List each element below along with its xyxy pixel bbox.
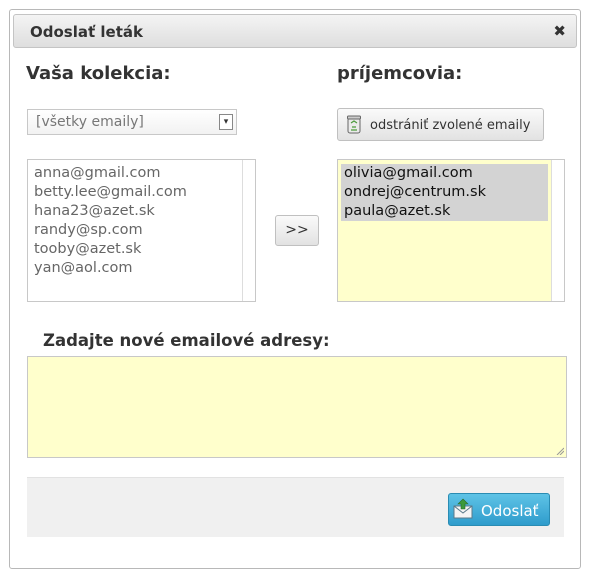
collection-select[interactable]: [všetky emaily] ▾ [27, 109, 237, 135]
recipient-email-item[interactable]: olivia@gmail.com [341, 164, 548, 183]
resize-grip-icon[interactable] [556, 447, 564, 455]
send-button-label: Odoslať [481, 502, 539, 520]
scrollbar[interactable] [551, 160, 564, 301]
chevron-down-icon[interactable]: ▾ [219, 114, 233, 130]
new-emails-textarea[interactable] [27, 356, 567, 458]
send-button[interactable]: Odoslať [448, 493, 550, 526]
collection-email-item[interactable]: betty.lee@gmail.com [34, 183, 249, 202]
mail-send-icon [453, 498, 473, 519]
scrollbar[interactable] [242, 160, 255, 301]
collection-email-item[interactable]: anna@gmail.com [34, 164, 249, 183]
collection-email-item[interactable]: hana23@azet.sk [34, 202, 249, 221]
new-emails-heading: Zadajte nové emailové adresy: [43, 331, 330, 350]
remove-selected-emails-label: odstrániť zvolené emaily [370, 118, 531, 133]
recipient-email-item[interactable]: paula@azet.sk [341, 202, 548, 221]
collection-email-item[interactable]: randy@sp.com [34, 221, 249, 240]
add-to-recipients-button[interactable]: >> [275, 215, 319, 246]
dialog-footer: Odoslať [27, 477, 564, 537]
collection-email-item[interactable]: tooby@azet.sk [34, 240, 249, 259]
recipients-heading: príjemcovia: [337, 63, 463, 84]
trash-icon [347, 115, 361, 134]
recipient-email-item[interactable]: ondrej@centrum.sk [341, 183, 548, 202]
dialog-title: Odoslať leták [30, 23, 143, 41]
collection-email-list[interactable]: anna@gmail.com betty.lee@gmail.com hana23@… [27, 159, 256, 302]
collection-heading: Vaša kolekcia: [26, 63, 171, 84]
dialog-titlebar: Odoslať leták ✖ [13, 14, 577, 48]
close-icon[interactable]: ✖ [553, 22, 566, 40]
collection-select-value: [všetky emaily] [36, 114, 144, 130]
collection-email-item[interactable]: yan@aol.com [34, 259, 249, 278]
remove-selected-emails-button[interactable]: odstrániť zvolené emaily [337, 108, 544, 141]
recipients-email-list[interactable]: olivia@gmail.com ondrej@centrum.sk paula@a… [337, 159, 565, 302]
